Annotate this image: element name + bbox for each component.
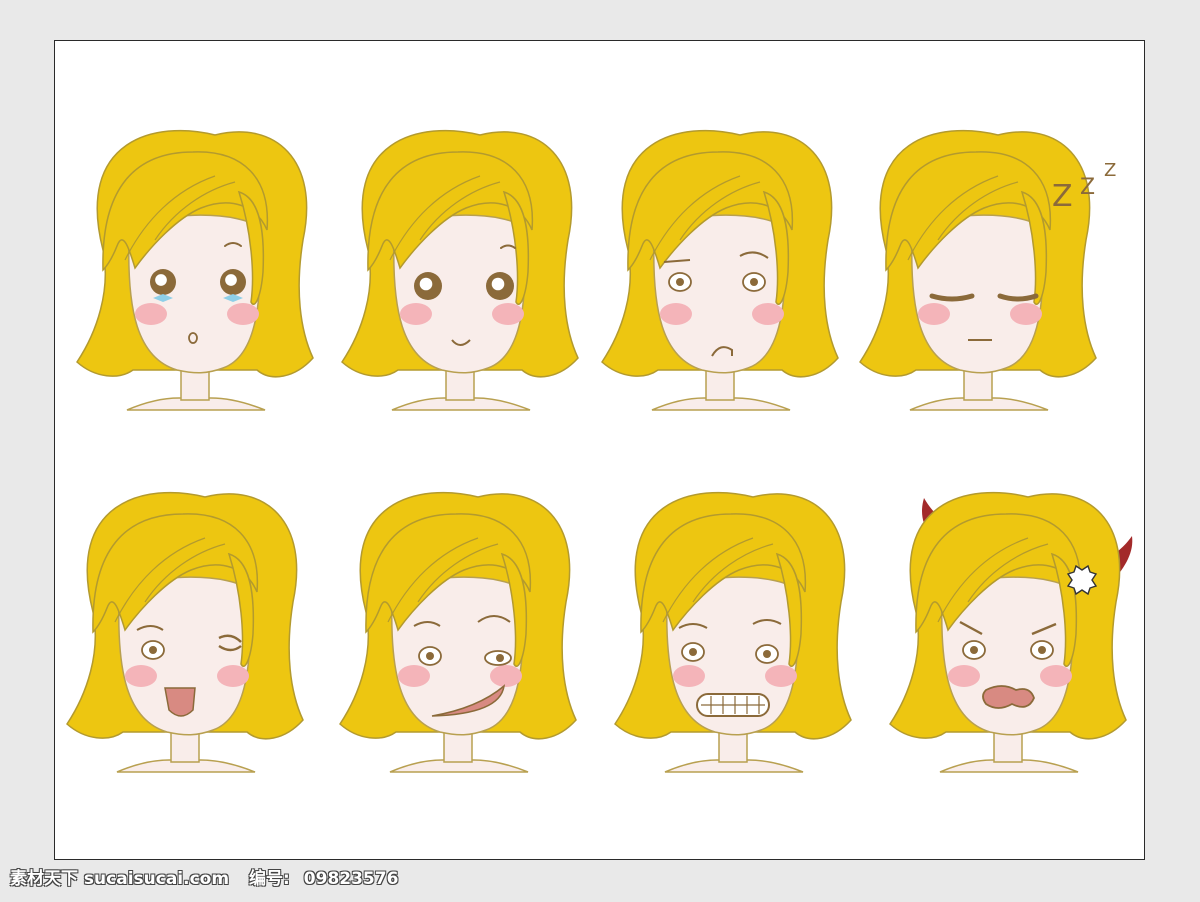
blush-left	[948, 665, 980, 687]
face-smirk	[339, 491, 577, 773]
watermark-id: 09823576	[303, 869, 399, 889]
blush-left	[400, 303, 432, 325]
blush-left	[918, 303, 950, 325]
eye-right-shine	[225, 274, 237, 286]
blush-left	[135, 303, 167, 325]
face-angry-devil	[889, 491, 1133, 773]
face-nervous-grin	[614, 491, 852, 773]
eye-left-pupil	[689, 648, 697, 656]
blush-right	[1010, 303, 1042, 325]
blush-right	[227, 303, 259, 325]
blush-right	[752, 303, 784, 325]
watermark: 素材天下 sucaisucai.com 编号: 09823576	[10, 866, 412, 892]
eye-right-pupil	[750, 278, 758, 286]
eye-left-pupil	[676, 278, 684, 286]
eye-left-pupil	[970, 646, 978, 654]
blush-left	[660, 303, 692, 325]
blush-right	[490, 665, 522, 687]
eye-left-shine	[155, 274, 167, 286]
face-sleepy: Z ZZ	[859, 129, 1116, 411]
blush-right	[765, 665, 797, 687]
blush-left	[398, 665, 430, 687]
eye-right-pupil	[1038, 646, 1046, 654]
watermark-site: 素材天下 sucaisucai.com	[10, 869, 230, 889]
watermark-id-label: 编号:	[248, 869, 290, 889]
snore-z: Z	[1080, 175, 1095, 200]
face-happy	[341, 129, 579, 411]
eye-left-shine	[419, 277, 433, 291]
mouth-angry	[982, 685, 1035, 709]
eye-right-pupil	[763, 650, 771, 658]
blush-right	[1040, 665, 1072, 687]
eye-left-pupil	[426, 652, 434, 660]
face-tongue-out-wink	[66, 491, 304, 773]
eye-right-shine	[491, 277, 505, 291]
blush-right	[217, 665, 249, 687]
faces-illustration: Z ZZ	[66, 129, 1133, 773]
blush-right	[492, 303, 524, 325]
face-surprised-crying	[76, 129, 314, 411]
blush-left	[125, 665, 157, 687]
face-unimpressed	[601, 129, 839, 411]
snore-z: Z	[1052, 179, 1073, 214]
eye-right-pupil	[496, 654, 504, 662]
snore-z: Z	[1104, 160, 1116, 181]
blush-left	[673, 665, 705, 687]
eye-left-pupil	[149, 646, 157, 654]
